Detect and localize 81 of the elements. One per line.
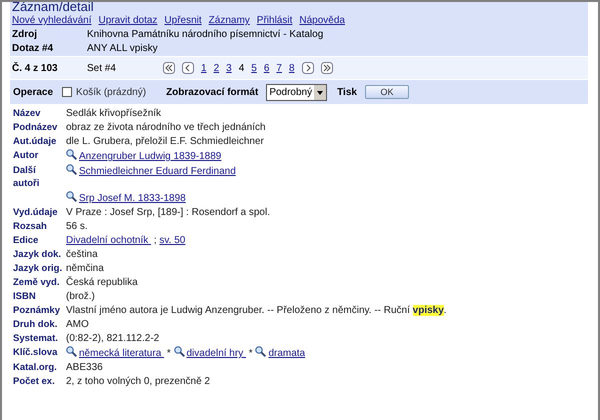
field-value: * xyxy=(248,348,254,359)
field-label: Podnázev xyxy=(13,121,58,134)
menu-link[interactable]: Nové vyhledávání xyxy=(12,14,92,28)
format-dropdown[interactable]: Podrobný xyxy=(266,84,328,100)
previous-page-icon[interactable] xyxy=(182,62,194,74)
record-position: Č. 4 z 103 xyxy=(12,61,59,76)
search-icon[interactable] xyxy=(255,346,266,357)
search-link[interactable]: Anzengruber Ludwig 1839-1889 xyxy=(79,151,222,162)
field-value: 2, z toho volných 0, prezenčně 2 xyxy=(66,376,210,387)
field-link[interactable]: Divadelní ochotník xyxy=(66,235,152,246)
field-value: 56 s. xyxy=(66,221,88,232)
info-label: Dotaz #4 xyxy=(12,42,54,56)
search-icon[interactable] xyxy=(174,346,184,357)
field-label: Země vyd. xyxy=(13,276,60,289)
field-label: ISBN xyxy=(13,290,37,303)
field-label: Rozsah xyxy=(13,220,48,233)
field-value: Česká republika xyxy=(66,277,138,288)
field-value: (brož.) xyxy=(66,291,95,302)
field-label: Název xyxy=(13,107,42,120)
search-icon[interactable] xyxy=(66,149,77,160)
print-label: Tisk xyxy=(337,86,357,100)
format-label: Zobrazovací formát xyxy=(166,86,258,100)
set-number: Set #4 xyxy=(87,62,117,76)
field-label: Další autoři xyxy=(13,164,40,190)
search-link[interactable]: německá literatura xyxy=(79,348,164,359)
field-label: Jazyk orig. xyxy=(13,262,64,275)
field-value: Sedlák křivopřísežník xyxy=(66,108,162,119)
field-value: dle L. Grubera, přeložil E.F. Schmiedleichner xyxy=(66,136,264,147)
field-label: Klíč.slova xyxy=(13,346,58,360)
page-link[interactable]: 6 xyxy=(264,60,270,76)
search-link[interactable]: divadelní hry xyxy=(186,348,246,359)
field-value: čeština xyxy=(66,249,98,260)
field-label: Katal.org. xyxy=(13,361,58,374)
field-value: Vlastní jméno autora je Ludwig Anzengruber. -- Přeloženo z němčiny. -- Ruční xyxy=(66,305,411,316)
info-value: ANY ALL vpisky xyxy=(87,42,158,56)
operations-label: Operace xyxy=(13,86,54,100)
search-icon[interactable] xyxy=(66,346,77,357)
field-value: AMO xyxy=(66,319,89,330)
field-label: Systemat. xyxy=(13,332,59,345)
info-label: Zdroj xyxy=(12,28,38,42)
page-link[interactable]: 8 xyxy=(288,60,294,76)
menu-link[interactable]: Nápověda xyxy=(299,14,345,28)
menu-link[interactable]: Upravit dotaz xyxy=(98,14,158,28)
field-label: Vyd.údaje xyxy=(13,206,59,219)
field-label: Jazyk dok. xyxy=(13,248,62,261)
info-value: Knihovna Památníku národního písemnictví - Katalog xyxy=(87,28,324,42)
search-icon[interactable] xyxy=(66,191,77,202)
field-label: Edice xyxy=(13,234,40,247)
field-value: němčina xyxy=(66,263,104,274)
field-label: Aut.údaje xyxy=(13,135,58,148)
search-icon[interactable] xyxy=(66,164,77,175)
menu-link[interactable]: Záznamy xyxy=(208,14,250,28)
field-value: . xyxy=(444,305,447,316)
field-value: ; xyxy=(152,235,158,246)
field-value: obraz ze života národního ve třech jednáních xyxy=(66,122,266,133)
menu-link[interactable]: Upřesnit xyxy=(164,14,202,28)
page-link[interactable]: 2 xyxy=(214,60,220,76)
last-page-icon[interactable] xyxy=(320,62,332,74)
search-link[interactable]: dramata xyxy=(268,348,306,359)
page-link[interactable]: 5 xyxy=(251,60,257,76)
search-link[interactable]: Schmiedleichner Eduard Ferdinand xyxy=(79,166,236,177)
page-link[interactable]: 7 xyxy=(276,60,282,76)
menu-link[interactable]: Přihlásit xyxy=(256,14,292,28)
next-page-icon[interactable] xyxy=(302,62,314,74)
field-label: Počet ex. xyxy=(13,375,56,388)
field-label: Druh dok. xyxy=(13,318,58,331)
field-value: ABE336 xyxy=(66,362,103,373)
field-link[interactable]: sv. 50 xyxy=(159,235,186,246)
search-link[interactable]: Srp Josef M. 1833-1898 xyxy=(79,193,186,204)
first-page-icon[interactable] xyxy=(163,62,175,74)
field-value: * xyxy=(166,348,172,359)
field-label: Autor xyxy=(13,149,40,163)
page-link[interactable]: 1 xyxy=(201,60,207,76)
current-page[interactable]: 4 xyxy=(238,60,244,76)
ok-button[interactable]: OK xyxy=(364,85,409,99)
field-label: Poznámky xyxy=(13,304,61,317)
field-value: (0:82-2), 821.112.2-2 xyxy=(66,333,160,344)
page-link[interactable]: 3 xyxy=(226,60,232,76)
field-value: V Praze : Josef Srp, [189-] : Rosendorf a spol. xyxy=(66,207,270,218)
basket-label: Košík (prázdný) xyxy=(76,86,146,100)
basket-checkbox[interactable] xyxy=(62,87,72,97)
